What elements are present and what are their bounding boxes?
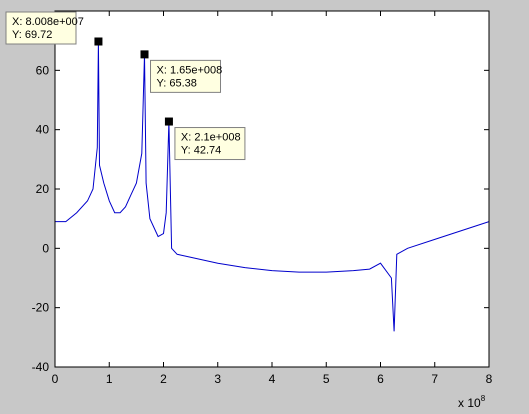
figure-window: 0 1 2 3 4 5 6 7 8 -40 -20 0 20 40 60 X: 8.008e+007 Y: 6… <box>0 0 529 414</box>
datatip-x-label: X: 2.1e+008 <box>181 132 241 144</box>
datatip-marker[interactable] <box>164 117 173 126</box>
x-tick-label: 3 <box>214 372 221 386</box>
x-tick-label: 4 <box>269 372 276 386</box>
datatip-x-label: X: 1.65e+008 <box>157 64 223 76</box>
y-tick-label: 40 <box>36 123 50 137</box>
y-tick-label: 20 <box>36 182 50 196</box>
x-tick-label: 6 <box>377 372 384 386</box>
datatip-y-label: Y: 42.74 <box>181 145 221 157</box>
y-tick-label: 0 <box>42 241 49 255</box>
y-tick-label: 60 <box>36 63 50 77</box>
datatip-x-label: X: 8.008e+007 <box>12 16 84 28</box>
y-tick-label: -20 <box>32 301 50 315</box>
datatip-marker[interactable] <box>140 50 149 59</box>
x-tick-label: 0 <box>52 372 59 386</box>
datatip-marker[interactable] <box>94 37 103 46</box>
x-tick-label: 2 <box>160 372 167 386</box>
x-exponent-label: x 108 <box>458 394 486 410</box>
x-tick-label: 7 <box>431 372 438 386</box>
datatip-y-label: Y: 69.72 <box>12 29 52 41</box>
x-tick-label: 5 <box>323 372 330 386</box>
x-tick-label: 1 <box>106 372 113 386</box>
y-tick-label: -40 <box>32 360 50 374</box>
line-chart: 0 1 2 3 4 5 6 7 8-40-200204060 X: 8.008e+007Y: 6… <box>5 10 493 410</box>
datatip-y-label: Y: 65.38 <box>157 77 197 89</box>
x-tick-label: 8 <box>486 372 493 386</box>
plot-area <box>55 11 489 367</box>
